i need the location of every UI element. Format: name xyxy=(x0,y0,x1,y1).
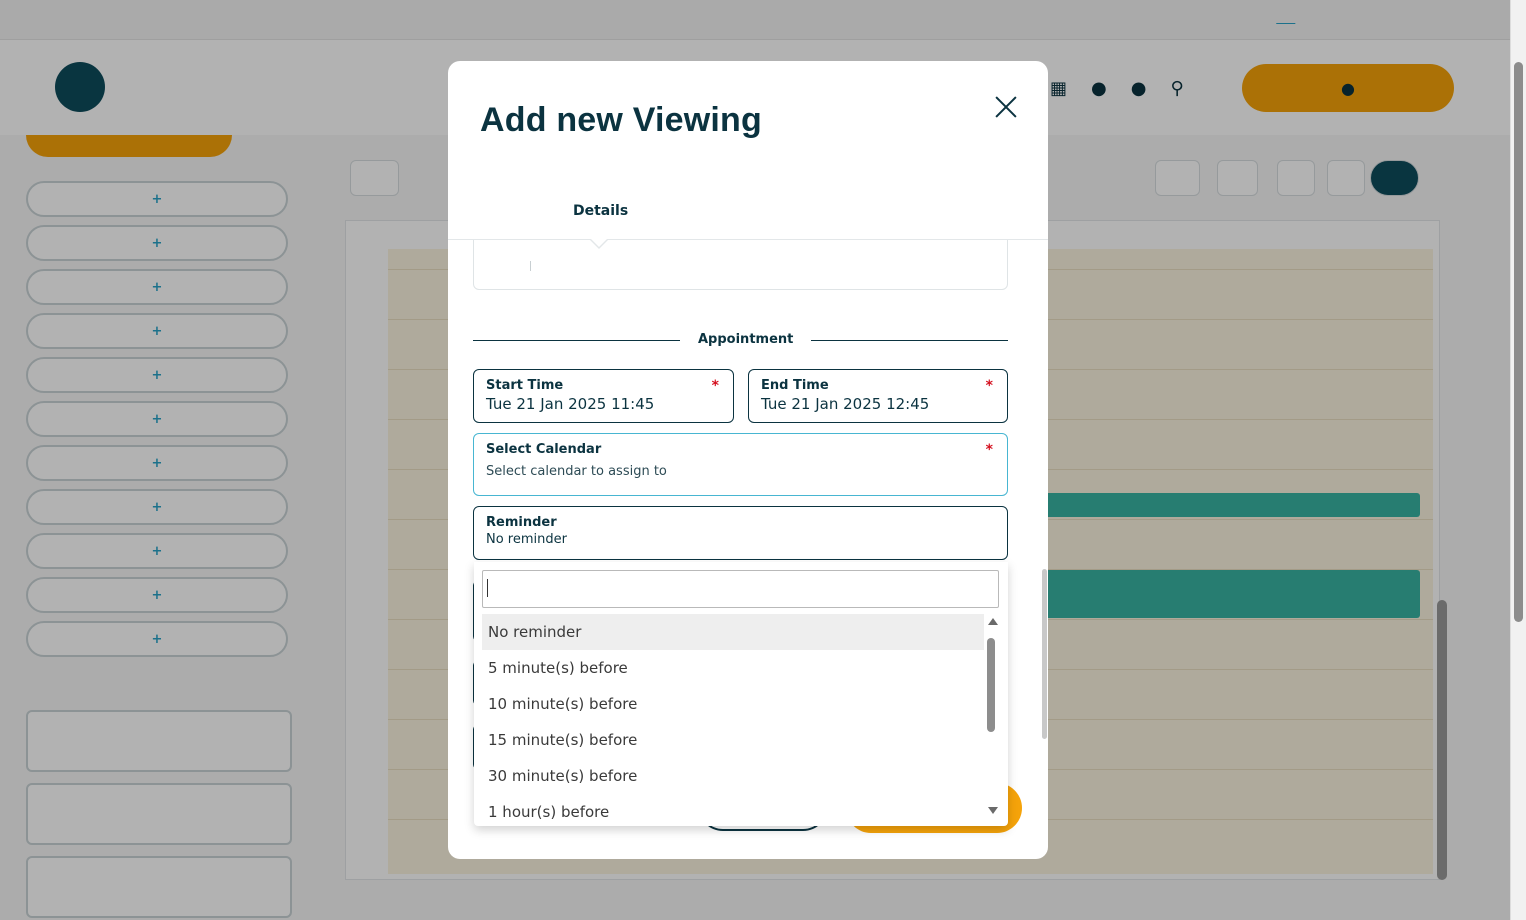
reminder-option[interactable]: 1 hour(s) before xyxy=(482,794,984,826)
scroll-down-icon[interactable] xyxy=(988,807,998,814)
dropdown-scrollbar-thumb[interactable] xyxy=(987,638,995,732)
start-time-value: Tue 21 Jan 2025 11:45 xyxy=(486,395,655,413)
required-marker: * xyxy=(985,442,993,458)
reminder-label: Reminder xyxy=(486,515,557,530)
reminder-option[interactable]: 30 minute(s) before xyxy=(482,758,984,794)
modal-scrollbar[interactable] xyxy=(1042,569,1047,739)
end-time-field[interactable]: End Time Tue 21 Jan 2025 12:45 * xyxy=(748,369,1008,423)
reminder-dropdown: No reminder 5 minute(s) before 10 minute… xyxy=(474,562,1008,826)
reminder-option[interactable]: No reminder xyxy=(482,614,984,650)
dropdown-scrollbar[interactable] xyxy=(986,618,1000,814)
end-time-label: End Time xyxy=(761,378,829,393)
page-scrollbar-thumb[interactable] xyxy=(1514,62,1523,622)
section-label-appointment: Appointment xyxy=(680,332,812,347)
select-calendar-placeholder: Select calendar to assign to xyxy=(486,464,667,479)
required-marker: * xyxy=(711,378,719,394)
reminder-field[interactable]: Reminder No reminder xyxy=(473,506,1008,560)
reminder-search-input[interactable] xyxy=(482,570,999,608)
reminder-options: No reminder 5 minute(s) before 10 minute… xyxy=(482,614,984,826)
reminder-option[interactable]: 10 minute(s) before xyxy=(482,686,984,722)
start-time-label: Start Time xyxy=(486,378,564,393)
reminder-option[interactable]: 15 minute(s) before xyxy=(482,722,984,758)
tab-details[interactable]: Details xyxy=(573,203,628,219)
select-calendar-label: Select Calendar xyxy=(486,442,602,457)
close-icon[interactable] xyxy=(990,91,1022,123)
reminder-option[interactable]: 5 minute(s) before xyxy=(482,650,984,686)
required-marker: * xyxy=(985,378,993,394)
scrolled-field[interactable] xyxy=(473,240,1008,290)
scroll-up-icon[interactable] xyxy=(988,618,998,625)
start-time-field[interactable]: Start Time Tue 21 Jan 2025 11:45 * xyxy=(473,369,734,423)
reminder-value: No reminder xyxy=(486,532,567,547)
text-cursor xyxy=(487,579,488,597)
end-time-value: Tue 21 Jan 2025 12:45 xyxy=(761,395,930,413)
modal-title: Add new Viewing xyxy=(480,101,762,139)
select-calendar-field[interactable]: Select Calendar Select calendar to assig… xyxy=(473,433,1008,496)
field-divider xyxy=(530,261,531,271)
page-scrollbar[interactable] xyxy=(1510,0,1526,920)
